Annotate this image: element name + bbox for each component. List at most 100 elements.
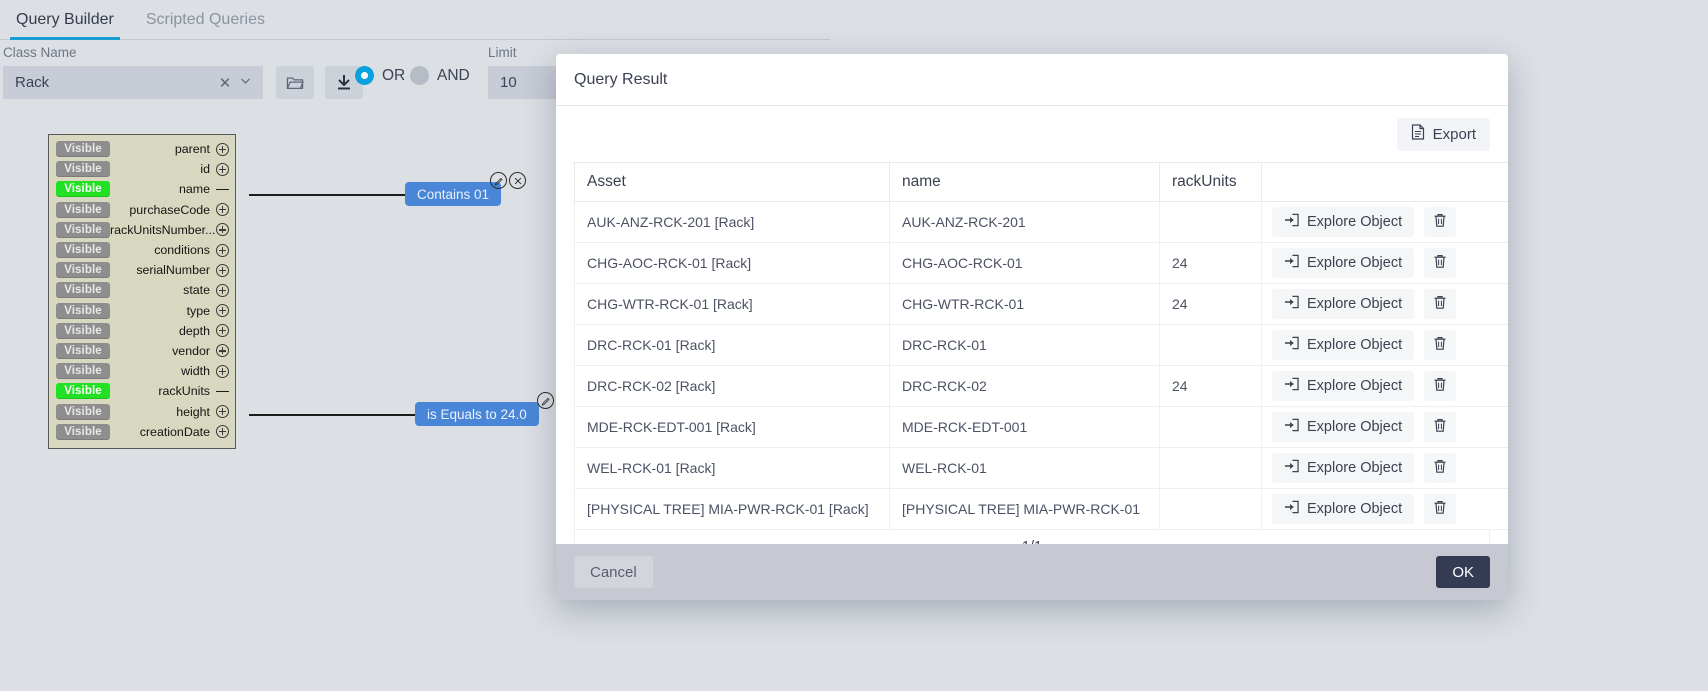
explore-object-button[interactable]: Explore Object: [1272, 412, 1415, 442]
cell-asset: CHG-WTR-RCK-01 [Rack]: [574, 283, 890, 325]
cell-asset: [PHYSICAL TREE] MIA-PWR-RCK-01 [Rack]: [574, 488, 890, 530]
cell-actions: Explore Object: [1261, 365, 1508, 407]
cell-actions: Explore Object: [1261, 242, 1508, 284]
cell-name: CHG-WTR-RCK-01: [889, 283, 1160, 325]
explore-object-button[interactable]: Explore Object: [1272, 453, 1415, 483]
column-header-rackunits[interactable]: rackUnits: [1159, 162, 1262, 202]
cell-rackunits: [1159, 324, 1262, 366]
sign-in-icon: [1284, 254, 1299, 272]
dialog-header: Query Result: [556, 54, 1508, 106]
row-action-group: Explore Object: [1272, 494, 1506, 524]
delete-row-button[interactable]: [1424, 371, 1457, 401]
cancel-button[interactable]: Cancel: [574, 556, 653, 588]
cell-asset: DRC-RCK-02 [Rack]: [574, 365, 890, 407]
cell-asset: AUK-ANZ-RCK-201 [Rack]: [574, 201, 890, 243]
delete-row-button[interactable]: [1424, 289, 1457, 319]
trash-icon: [1433, 336, 1447, 354]
trash-icon: [1433, 418, 1447, 436]
cell-rackunits: [1159, 201, 1262, 243]
table-row[interactable]: DRC-RCK-02 [Rack] DRC-RCK-02 24 Explore Obj…: [574, 365, 1508, 407]
explore-object-label: Explore Object: [1307, 460, 1403, 476]
table-row[interactable]: CHG-AOC-RCK-01 [Rack] CHG-AOC-RCK-01 24 Exp…: [574, 242, 1508, 284]
delete-row-button[interactable]: [1424, 330, 1457, 360]
delete-row-button[interactable]: [1424, 248, 1457, 278]
table-row[interactable]: WEL-RCK-01 [Rack] WEL-RCK-01 Explore Objec…: [574, 447, 1508, 489]
cell-rackunits: [1159, 447, 1262, 489]
cancel-button-label: Cancel: [590, 563, 637, 581]
chevron-right-icon[interactable]: ›: [1427, 537, 1453, 545]
explore-object-button[interactable]: Explore Object: [1272, 330, 1415, 360]
cell-rackunits: [1159, 406, 1262, 448]
row-action-group: Explore Object: [1272, 289, 1506, 319]
cell-actions: Explore Object: [1261, 324, 1508, 366]
explore-object-label: Explore Object: [1307, 378, 1403, 394]
cell-asset: WEL-RCK-01 [Rack]: [574, 447, 890, 489]
table-body: AUK-ANZ-RCK-201 [Rack] AUK-ANZ-RCK-201 Exp…: [574, 201, 1508, 530]
table-row[interactable]: CHG-WTR-RCK-01 [Rack] CHG-WTR-RCK-01 24 Exp…: [574, 283, 1508, 325]
cell-asset: MDE-RCK-EDT-001 [Rack]: [574, 406, 890, 448]
double-chevron-left-icon[interactable]: «: [585, 537, 611, 545]
table-row[interactable]: MDE-RCK-EDT-001 [Rack] MDE-RCK-EDT-001 Exp…: [574, 406, 1508, 448]
sign-in-icon: [1284, 377, 1299, 395]
trash-icon: [1433, 213, 1447, 231]
explore-object-label: Explore Object: [1307, 501, 1403, 517]
explore-object-label: Explore Object: [1307, 296, 1403, 312]
export-button[interactable]: Export: [1396, 117, 1490, 151]
ok-button[interactable]: OK: [1436, 556, 1490, 588]
trash-icon: [1433, 377, 1447, 395]
double-chevron-right-icon[interactable]: »: [1453, 537, 1479, 545]
explore-object-button[interactable]: Explore Object: [1272, 371, 1415, 401]
cell-name: CHG-AOC-RCK-01: [889, 242, 1160, 284]
cell-name: MDE-RCK-EDT-001: [889, 406, 1160, 448]
column-header-asset[interactable]: Asset: [574, 162, 890, 202]
column-header-name[interactable]: name: [889, 162, 1160, 202]
explore-object-button[interactable]: Explore Object: [1272, 207, 1415, 237]
dialog-footer: Cancel OK: [556, 544, 1508, 600]
cell-rackunits: 24: [1159, 365, 1262, 407]
explore-object-label: Explore Object: [1307, 419, 1403, 435]
row-action-group: Explore Object: [1272, 453, 1506, 483]
export-row: Export: [574, 106, 1490, 162]
delete-row-button[interactable]: [1424, 453, 1457, 483]
document-icon: [1411, 124, 1425, 144]
page-indicator: 1/1: [637, 539, 1427, 545]
cell-name: AUK-ANZ-RCK-201: [889, 201, 1160, 243]
row-action-group: Explore Object: [1272, 371, 1506, 401]
explore-object-label: Explore Object: [1307, 214, 1403, 230]
row-action-group: Explore Object: [1272, 412, 1506, 442]
sign-in-icon: [1284, 295, 1299, 313]
explore-object-label: Explore Object: [1307, 255, 1403, 271]
trash-icon: [1433, 459, 1447, 477]
delete-row-button[interactable]: [1424, 207, 1457, 237]
delete-row-button[interactable]: [1424, 494, 1457, 524]
dialog-title: Query Result: [574, 70, 668, 88]
sign-in-icon: [1284, 459, 1299, 477]
ok-button-label: OK: [1452, 563, 1474, 581]
cell-rackunits: 24: [1159, 283, 1262, 325]
cell-name: WEL-RCK-01: [889, 447, 1160, 489]
cell-asset: DRC-RCK-01 [Rack]: [574, 324, 890, 366]
row-action-group: Explore Object: [1272, 248, 1506, 278]
column-header-actions: [1261, 162, 1508, 202]
delete-row-button[interactable]: [1424, 412, 1457, 442]
table-row[interactable]: DRC-RCK-01 [Rack] DRC-RCK-01 Explore Objec…: [574, 324, 1508, 366]
export-button-label: Export: [1432, 125, 1476, 143]
explore-object-button[interactable]: Explore Object: [1272, 248, 1415, 278]
explore-object-button[interactable]: Explore Object: [1272, 289, 1415, 319]
cell-name: [PHYSICAL TREE] MIA-PWR-RCK-01: [889, 488, 1160, 530]
table-header-row: Asset name rackUnits: [574, 162, 1508, 202]
cell-name: DRC-RCK-01: [889, 324, 1160, 366]
chevron-left-icon[interactable]: ‹: [611, 537, 637, 545]
explore-object-button[interactable]: Explore Object: [1272, 494, 1415, 524]
table-head: Asset name rackUnits: [574, 162, 1508, 202]
sign-in-icon: [1284, 418, 1299, 436]
cell-name: DRC-RCK-02: [889, 365, 1160, 407]
table-row[interactable]: AUK-ANZ-RCK-201 [Rack] AUK-ANZ-RCK-201 Exp…: [574, 201, 1508, 243]
cell-actions: Explore Object: [1261, 488, 1508, 530]
row-action-group: Explore Object: [1272, 207, 1506, 237]
sign-in-icon: [1284, 336, 1299, 354]
trash-icon: [1433, 500, 1447, 518]
table-row[interactable]: [PHYSICAL TREE] MIA-PWR-RCK-01 [Rack] [PH…: [574, 488, 1508, 530]
trash-icon: [1433, 254, 1447, 272]
sign-in-icon: [1284, 500, 1299, 518]
